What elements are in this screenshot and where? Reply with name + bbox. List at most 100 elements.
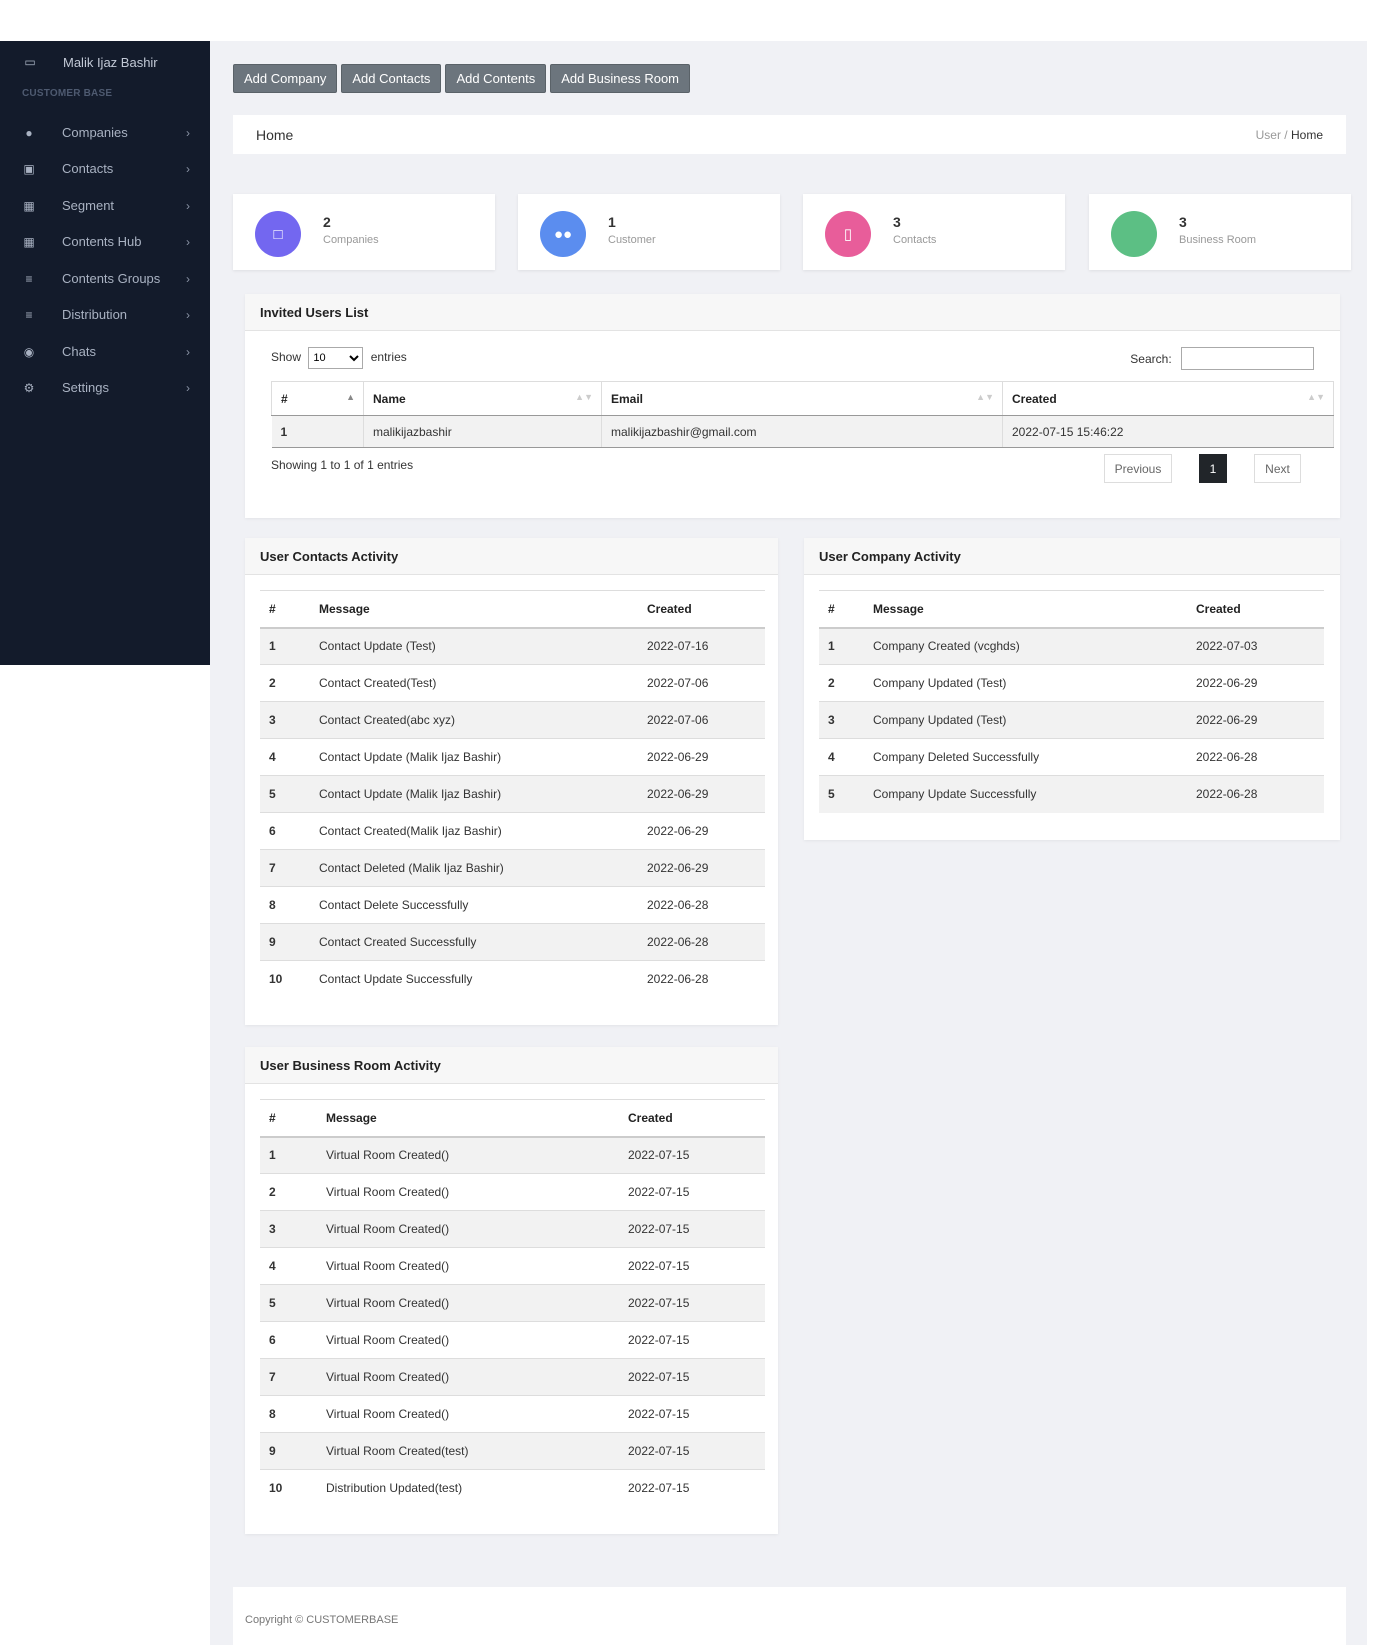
chevron-right-icon: › [186,234,190,249]
sort-asc-icon: ▲ [346,392,355,402]
cell-index: 9 [260,1432,317,1470]
business-room-activity-table: # Message Created 1 Virtual Room Created(… [260,1099,765,1507]
add-contacts-button[interactable]: Add Contacts [341,64,442,93]
table-row: 8 Virtual Room Created() 2022-07-15 [260,1395,765,1433]
cell-message: Company Deleted Successfully [864,738,1187,776]
breadcrumb-user-link[interactable]: User [1256,128,1281,142]
search-input[interactable] [1181,346,1314,370]
sidebar-item-label: Contacts [62,161,114,176]
add-contents-button[interactable]: Add Contents [445,64,547,93]
table-row: 3 Virtual Room Created() 2022-07-15 [260,1210,765,1248]
stat-label: Customer [608,234,656,246]
list-icon: ≡ [25,307,33,322]
cell-index: 10 [260,1469,317,1507]
sort-icon: ▲▼ [1307,392,1325,402]
page-1-button[interactable]: 1 [1199,454,1227,483]
stat-card-business-room[interactable]: 3 Business Room [1089,194,1351,270]
entries-select[interactable]: 10 [308,347,364,369]
panel-title: User Business Room Activity [245,1047,778,1084]
sidebar-item-label: Distribution [62,307,128,322]
stat-value: 2 [323,214,331,230]
table-row: 8 Contact Delete Successfully 2022-06-28 [260,886,765,924]
list-icon: ≡ [25,271,33,286]
cell-message: Company Created (vcghds) [864,627,1187,665]
cell-message: Virtual Room Created() [317,1136,619,1174]
company-activity-panel: User Company Activity # Message Created … [804,538,1340,840]
sidebar-item-label: Segment [62,198,115,213]
column-header-email[interactable]: Email ▲▼ [601,381,1003,416]
add-company-button[interactable]: Add Company [233,64,338,93]
chat-bubble-icon: ◉ [23,344,35,359]
company-activity-table: # Message Created 1 Company Created (vcgh… [819,590,1324,813]
column-header-message: Message [317,1099,619,1138]
stat-label: Business Room [1179,234,1257,246]
column-header-name[interactable]: Name ▲▼ [363,381,602,416]
cell-message: Virtual Room Created() [317,1247,619,1285]
column-header-message: Message [310,590,638,629]
stat-card-customer[interactable]: ●● 1 Customer [518,194,780,270]
breadcrumb: User / Home [1256,128,1323,142]
cell-index: 1 [271,415,364,448]
column-label: # [281,391,288,406]
cell-message: Contact Update (Malik Ijaz Bashir) [310,738,638,776]
cell-created: 2022-07-06 [638,664,765,702]
chevron-right-icon: › [186,380,190,395]
cell-created: 2022-06-28 [1187,738,1324,776]
column-header-created: Created [1187,590,1324,629]
cell-index: 7 [260,849,310,887]
column-header-index: # [260,1099,317,1138]
cell-index: 3 [260,701,310,739]
next-button[interactable]: Next [1254,454,1301,483]
column-header-created[interactable]: Created ▲▼ [1002,381,1334,416]
table-row: 7 Contact Deleted (Malik Ijaz Bashir) 2022… [260,849,765,887]
stat-card-companies[interactable]: □ 2 Companies [233,194,495,270]
stat-label: Contacts [893,234,937,246]
cell-created: 2022-06-29 [1187,664,1324,702]
cell-index: 3 [260,1210,317,1248]
table-row: 2 Company Updated (Test) 2022-06-29 [819,664,1324,702]
sidebar-item-segment[interactable]: ▦ Segment › [0,187,210,224]
cell-created: 2022-07-15 [619,1247,765,1285]
stat-card-contacts[interactable]: ▯ 3 Contacts [803,194,1065,270]
table-icon: ▦ [23,234,35,249]
contacts-activity-table: # Message Created 1 Contact Update (Test)… [260,590,765,998]
cell-created: 2022-07-15 [619,1321,765,1359]
cell-index: 1 [819,627,864,665]
sidebar-item-distribution[interactable]: ≡ Distribution › [0,296,210,333]
laptop-icon: ▭ [24,55,36,69]
cell-message: Contact Update (Malik Ijaz Bashir) [310,775,638,813]
top-bar [0,0,1377,41]
sidebar-section-label: CUSTOMER BASE [22,88,113,99]
cell-message: Contact Created(Test) [310,664,638,702]
sidebar-user[interactable]: ▭ Malik Ijaz Bashir [0,47,210,77]
add-business-room-button[interactable]: Add Business Room [550,64,690,93]
column-header-index[interactable]: # ▲ [271,381,364,416]
table-controls: Show 10 entries Search: [271,346,1314,370]
sidebar-item-companies[interactable]: ● Companies › [0,114,210,151]
cell-index: 6 [260,1321,317,1359]
cell-index: 6 [260,812,310,850]
table-row: 5 Contact Update (Malik Ijaz Bashir) 2022-… [260,775,765,813]
previous-button[interactable]: Previous [1104,454,1172,483]
sidebar-item-contacts[interactable]: ▣ Contacts › [0,150,210,187]
sidebar-item-contents-hub[interactable]: ▦ Contents Hub › [0,223,210,260]
sidebar-item-chats[interactable]: ◉ Chats › [0,333,210,370]
cell-created: 2022-06-28 [638,886,765,924]
chevron-right-icon: › [186,307,190,322]
table-row: 10 Contact Update Successfully 2022-06-28 [260,960,765,998]
panel-title: User Company Activity [804,538,1340,575]
table-row: 2 Contact Created(Test) 2022-07-06 [260,664,765,702]
table-row: 6 Virtual Room Created() 2022-07-15 [260,1321,765,1359]
contacts-activity-panel: User Contacts Activity # Message Created… [245,538,778,1025]
cell-index: 2 [260,1173,317,1211]
sidebar-item-settings[interactable]: ⚙ Settings › [0,369,210,406]
cell-index: 1 [260,1136,317,1174]
table-row: 7 Virtual Room Created() 2022-07-15 [260,1358,765,1396]
copyright-text: Copyright © CUSTOMERBASE [245,1614,399,1626]
cell-index: 2 [260,664,310,702]
sidebar-item-contents-groups[interactable]: ≡ Contents Groups › [0,260,210,297]
cell-index: 5 [260,775,310,813]
cell-index: 2 [819,664,864,702]
table-row: 4 Contact Update (Malik Ijaz Bashir) 2022-… [260,738,765,776]
entries-label: entries [370,350,407,364]
